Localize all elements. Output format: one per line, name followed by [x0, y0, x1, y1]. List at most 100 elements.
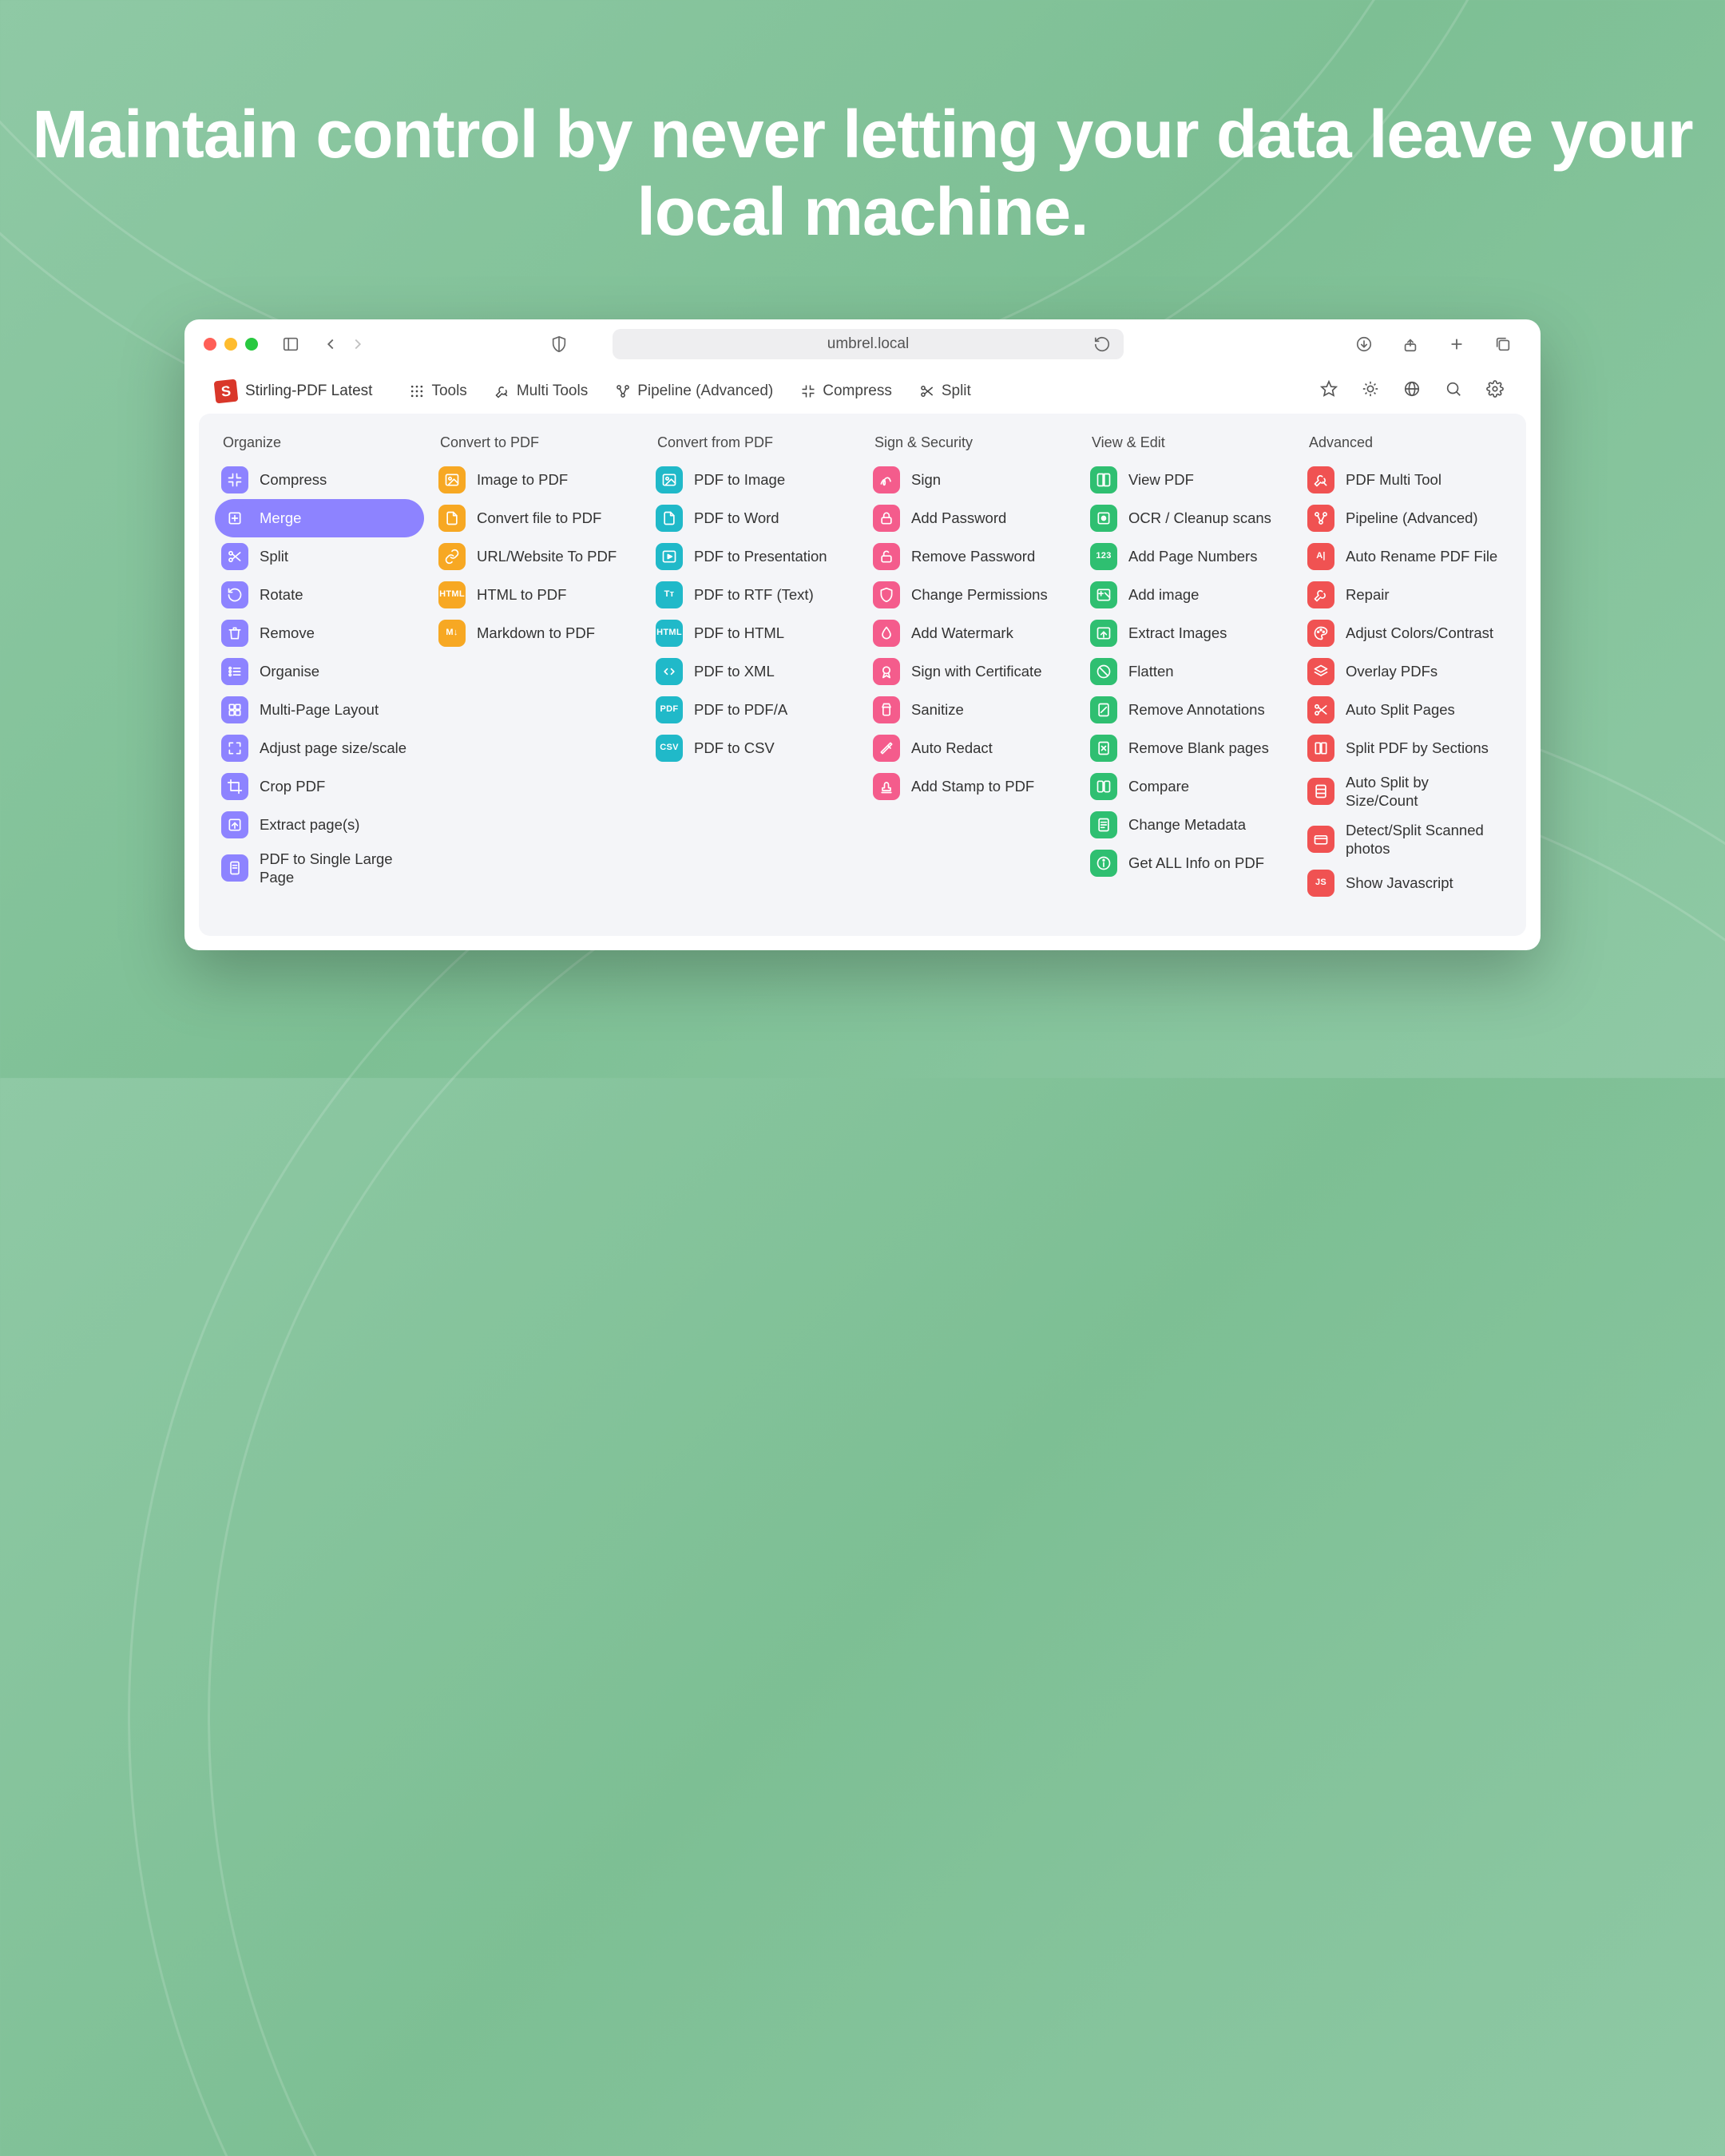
tool-sanitize[interactable]: Sanitize [866, 691, 1076, 729]
tool-multi-page-layout[interactable]: Multi-Page Layout [215, 691, 424, 729]
palette-icon [1307, 620, 1334, 647]
tool-auto-split-by-size-count[interactable]: Auto Split by Size/Count [1301, 767, 1510, 815]
nav-compress[interactable]: Compress [800, 382, 892, 400]
tool-crop-pdf[interactable]: Crop PDF [215, 767, 424, 806]
tool-convert-file-to-pdf[interactable]: Convert file to PDF [432, 499, 641, 537]
tool-auto-rename-pdf-file[interactable]: A|Auto Rename PDF File [1301, 537, 1510, 576]
tool-change-metadata[interactable]: Change Metadata [1084, 806, 1293, 844]
tool-remove-annotations[interactable]: Remove Annotations [1084, 691, 1293, 729]
ocr-icon [1090, 505, 1117, 532]
tool-compare[interactable]: Compare [1084, 767, 1293, 806]
tool-view-pdf[interactable]: View PDF [1084, 461, 1293, 499]
new-tab-button[interactable] [1445, 332, 1469, 356]
downloads-button[interactable] [1352, 332, 1376, 356]
column-convert-to-pdf: Convert to PDFImage to PDFConvert file t… [432, 434, 641, 915]
flatten-icon [1090, 658, 1117, 685]
droplet-icon [873, 620, 900, 647]
tool-adjust-page-size-scale[interactable]: Adjust page size/scale [215, 729, 424, 767]
nav-split[interactable]: Split [919, 382, 971, 400]
url-bar[interactable]: umbrel.local [613, 329, 1124, 359]
tool-pdf-to-csv[interactable]: CSVPDF to CSV [649, 729, 859, 767]
tool-add-stamp-to-pdf[interactable]: Add Stamp to PDF [866, 767, 1076, 806]
tool-sign-with-certificate[interactable]: Sign with Certificate [866, 652, 1076, 691]
tool-repair[interactable]: Repair [1301, 576, 1510, 614]
tool-ocr-cleanup-scans[interactable]: OCR / Cleanup scans [1084, 499, 1293, 537]
tool-add-page-numbers[interactable]: 123Add Page Numbers [1084, 537, 1293, 576]
fullscreen-icon [221, 735, 248, 762]
tool-pipeline-advanced[interactable]: Pipeline (Advanced) [1301, 499, 1510, 537]
tool-remove[interactable]: Remove [215, 614, 424, 652]
tool-remove-blank-pages[interactable]: Remove Blank pages [1084, 729, 1293, 767]
tool-label: PDF to Word [694, 509, 847, 527]
tool-auto-redact[interactable]: Auto Redact [866, 729, 1076, 767]
stamp-icon [873, 773, 900, 800]
tool-label: Adjust page size/scale [260, 739, 413, 757]
tool-compress[interactable]: Compress [215, 461, 424, 499]
reload-button[interactable] [1090, 332, 1114, 356]
tool-split[interactable]: Split [215, 537, 424, 576]
tool-label: Add Password [911, 509, 1065, 527]
tool-add-password[interactable]: Add Password [866, 499, 1076, 537]
tool-split-pdf-by-sections[interactable]: Split PDF by Sections [1301, 729, 1510, 767]
sidebar-toggle-button[interactable] [279, 332, 303, 356]
tool-sign[interactable]: Sign [866, 461, 1076, 499]
minimize-window-button[interactable] [224, 338, 237, 351]
tool-extract-page-s[interactable]: Extract page(s) [215, 806, 424, 844]
tool-label: PDF Multi Tool [1346, 470, 1499, 489]
theme-toggle-button[interactable] [1362, 380, 1379, 402]
tool-change-permissions[interactable]: Change Permissions [866, 576, 1076, 614]
tool-html-to-pdf[interactable]: HTMLHTML to PDF [432, 576, 641, 614]
tool-adjust-colors-contrast[interactable]: Adjust Colors/Contrast [1301, 614, 1510, 652]
app-brand[interactable]: S Stirling-PDF Latest [215, 380, 372, 402]
tool-url-website-to-pdf[interactable]: URL/Website To PDF [432, 537, 641, 576]
pipeline-icon [1307, 505, 1334, 532]
tool-add-image[interactable]: Add image [1084, 576, 1293, 614]
tool-pdf-to-html[interactable]: HTMLPDF to HTML [649, 614, 859, 652]
tool-label: Extract page(s) [260, 815, 413, 834]
tool-markdown-to-pdf[interactable]: M↓Markdown to PDF [432, 614, 641, 652]
csv-icon: CSV [656, 735, 683, 762]
tool-detect-split-scanned-photos[interactable]: Detect/Split Scanned photos [1301, 815, 1510, 863]
tool-label: Extract Images [1128, 624, 1282, 642]
settings-button[interactable] [1486, 380, 1504, 402]
nav-pipeline[interactable]: Pipeline (Advanced) [615, 382, 773, 400]
shield-icon [873, 581, 900, 608]
tool-extract-images[interactable]: Extract Images [1084, 614, 1293, 652]
search-button[interactable] [1445, 380, 1462, 402]
nav-tools[interactable]: Tools [409, 382, 466, 400]
tool-get-all-info-on-pdf[interactable]: Get ALL Info on PDF [1084, 844, 1293, 882]
tool-pdf-to-presentation[interactable]: PDF to Presentation [649, 537, 859, 576]
crop-icon [221, 773, 248, 800]
tool-auto-split-pages[interactable]: Auto Split Pages [1301, 691, 1510, 729]
tool-flatten[interactable]: Flatten [1084, 652, 1293, 691]
tool-show-javascript[interactable]: JSShow Javascript [1301, 864, 1510, 902]
privacy-shield-icon[interactable] [547, 332, 571, 356]
tool-pdf-to-xml[interactable]: PDF to XML [649, 652, 859, 691]
close-window-button[interactable] [204, 338, 216, 351]
tool-rotate[interactable]: Rotate [215, 576, 424, 614]
forward-button[interactable] [346, 332, 370, 356]
maximize-window-button[interactable] [245, 338, 258, 351]
tool-pdf-multi-tool[interactable]: PDF Multi Tool [1301, 461, 1510, 499]
image-icon [438, 466, 466, 493]
favorites-button[interactable] [1320, 380, 1338, 402]
language-button[interactable] [1403, 380, 1421, 402]
tool-label: Change Permissions [911, 585, 1065, 604]
tool-label: Split [260, 547, 413, 565]
tool-add-watermark[interactable]: Add Watermark [866, 614, 1076, 652]
nav-multi-tools[interactable]: Multi Tools [494, 382, 588, 400]
tool-pdf-to-rtf-text[interactable]: TᴛPDF to RTF (Text) [649, 576, 859, 614]
tool-image-to-pdf[interactable]: Image to PDF [432, 461, 641, 499]
tool-overlay-pdfs[interactable]: Overlay PDFs [1301, 652, 1510, 691]
tool-pdf-to-single-large-page[interactable]: PDF to Single Large Page [215, 844, 424, 892]
tool-merge[interactable]: Merge [215, 499, 424, 537]
back-button[interactable] [319, 332, 343, 356]
tool-organise[interactable]: Organise [215, 652, 424, 691]
tool-pdf-to-pdf-a[interactable]: PDFPDF to PDF/A [649, 691, 859, 729]
tool-remove-password[interactable]: Remove Password [866, 537, 1076, 576]
book-icon [1090, 466, 1117, 493]
tabs-overview-button[interactable] [1491, 332, 1515, 356]
share-button[interactable] [1398, 332, 1422, 356]
tool-pdf-to-image[interactable]: PDF to Image [649, 461, 859, 499]
tool-pdf-to-word[interactable]: PDF to Word [649, 499, 859, 537]
